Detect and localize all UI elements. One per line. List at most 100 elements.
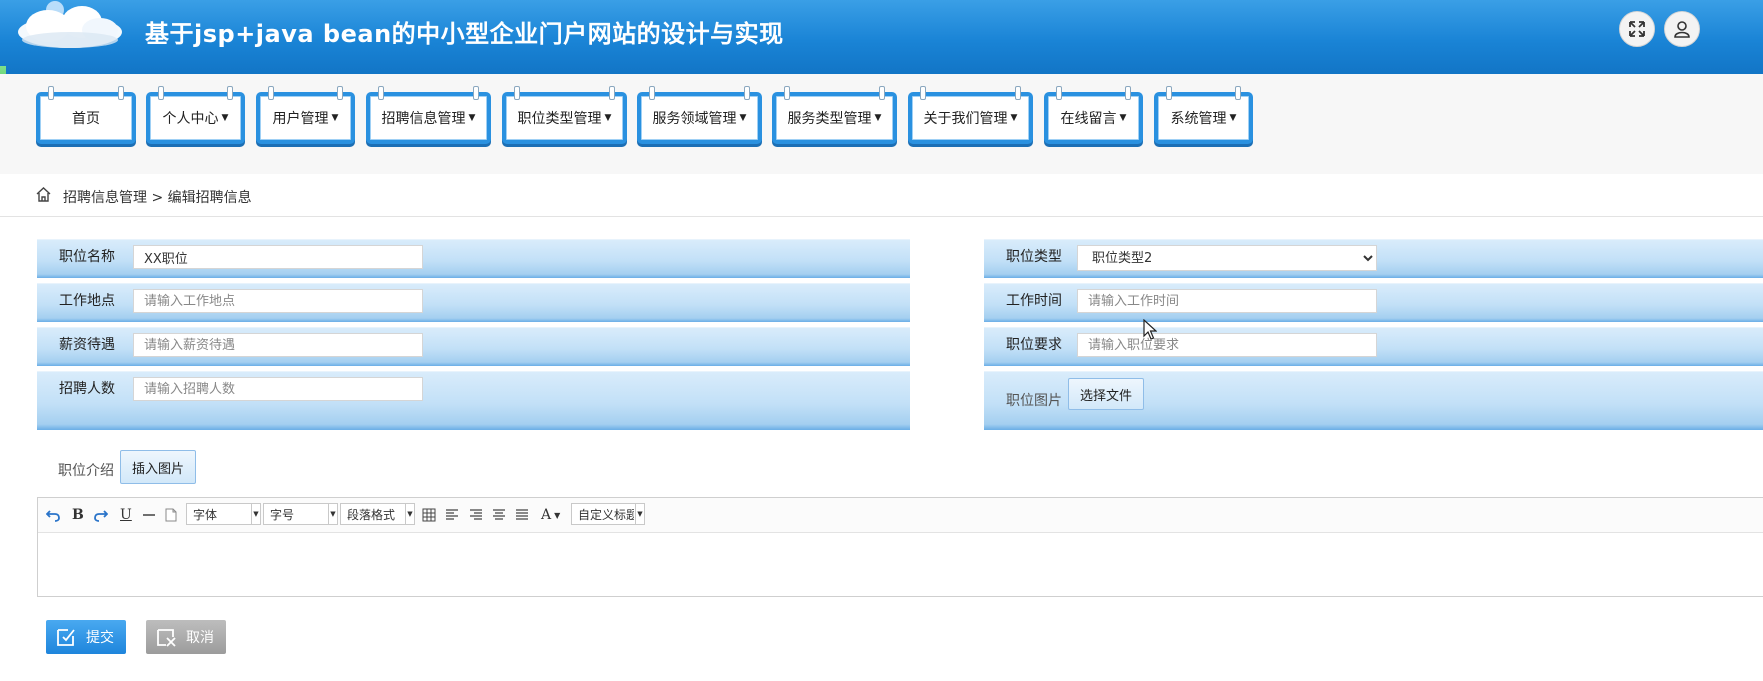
undo-icon[interactable]	[46, 506, 60, 524]
row-work-time: 工作时间	[984, 283, 1763, 322]
nav-service-type-management-label: 服务类型管理	[787, 111, 872, 127]
position-image-label: 职位图片	[1006, 393, 1062, 409]
bold-button[interactable]: B	[72, 506, 84, 524]
page-icon[interactable]	[165, 506, 177, 524]
cancel-button[interactable]: 取消	[146, 620, 226, 654]
fullscreen-button[interactable]	[1619, 11, 1655, 47]
position-intro-label: 职位介绍	[58, 463, 114, 479]
table-icon[interactable]	[422, 506, 436, 524]
row-position-name: 职位名称	[37, 239, 910, 278]
font-color-button[interactable]: A ▼	[541, 506, 560, 524]
work-location-input[interactable]	[133, 289, 423, 313]
row-work-location: 工作地点	[37, 283, 910, 322]
chevron-down-icon: ▼	[1229, 113, 1237, 123]
nav-home[interactable]: 首页	[36, 86, 136, 144]
choose-file-button[interactable]: 选择文件	[1068, 378, 1145, 410]
editor-content-area[interactable]	[38, 533, 1763, 596]
insert-image-button[interactable]: 插入图片	[120, 450, 197, 484]
caret-icon: ▼	[405, 504, 414, 524]
row-position-image: 职位图片 选择文件	[984, 371, 1763, 430]
nav-home-label: 首页	[72, 111, 100, 127]
cloud-logo-icon	[18, 1, 122, 48]
horizontal-rule-icon[interactable]	[142, 506, 156, 524]
nav-recruitment-management-label: 招聘信息管理	[381, 111, 466, 127]
chevron-down-icon: ▼	[221, 113, 229, 123]
row-headcount: 招聘人数	[37, 371, 910, 430]
site-title: 基于jsp+java bean的中小型企业门户网站的设计与实现	[145, 20, 784, 48]
position-type-label: 职位类型	[1006, 249, 1062, 265]
position-name-input[interactable]	[133, 245, 423, 269]
caret-icon: ▼	[554, 510, 561, 520]
fullscreen-icon	[1629, 21, 1645, 37]
nav-system-management[interactable]: 系统管理 ▼	[1154, 86, 1253, 144]
chevron-down-icon: ▼	[468, 113, 476, 123]
caret-icon: ▼	[251, 504, 260, 524]
rich-text-editor: B U 字体 ▼ 字号 ▼ 段落格式 ▼ A ▼ 自定义标题 ▼	[37, 497, 1763, 597]
chevron-down-icon: ▼	[604, 113, 612, 123]
font-size-select[interactable]: 字号 ▼	[263, 503, 338, 525]
headcount-label: 招聘人数	[59, 381, 115, 397]
chevron-down-icon: ▼	[331, 113, 339, 123]
salary-label: 薪资待遇	[59, 337, 115, 353]
align-left-icon[interactable]	[445, 506, 459, 524]
headcount-input[interactable]	[133, 377, 423, 401]
main-nav: 首页 个人中心 ▼ 用户管理 ▼ 招聘信息管理 ▼ 职位类型管理 ▼ 服务领域管理 ▼ 服…	[0, 74, 1763, 174]
requirements-input[interactable]	[1077, 333, 1377, 357]
nav-personal-center[interactable]: 个人中心 ▼	[146, 86, 245, 144]
submit-label: 提交	[86, 630, 114, 646]
caret-icon: ▼	[328, 504, 337, 524]
submit-button[interactable]: 提交	[46, 620, 126, 654]
nav-online-message[interactable]: 在线留言 ▼	[1044, 86, 1143, 144]
custom-title-select[interactable]: 自定义标题 ▼	[571, 503, 645, 525]
nav-service-type-management[interactable]: 服务类型管理 ▼	[772, 86, 897, 144]
nav-recruitment-management[interactable]: 招聘信息管理 ▼	[366, 86, 491, 144]
cancel-x-icon	[157, 629, 176, 647]
redo-icon[interactable]	[94, 506, 108, 524]
chevron-down-icon: ▼	[874, 113, 882, 123]
chevron-down-icon: ▼	[1119, 113, 1127, 123]
underline-button[interactable]: U	[120, 506, 132, 524]
breadcrumb: 招聘信息管理 > 编辑招聘信息	[0, 174, 1763, 217]
nav-online-message-label: 在线留言	[1060, 111, 1117, 127]
mouse-cursor-icon	[1143, 319, 1157, 340]
work-location-label: 工作地点	[59, 293, 115, 309]
nav-position-type-management-label: 职位类型管理	[517, 111, 602, 127]
paragraph-format-select[interactable]: 段落格式 ▼	[340, 503, 415, 525]
nav-user-management[interactable]: 用户管理 ▼	[256, 86, 355, 144]
row-salary: 薪资待遇	[37, 327, 910, 366]
editor-toolbar: B U 字体 ▼ 字号 ▼ 段落格式 ▼ A ▼ 自定义标题 ▼	[38, 498, 1763, 533]
nav-service-field-management[interactable]: 服务领域管理 ▼	[637, 86, 762, 144]
align-right-icon[interactable]	[469, 506, 483, 524]
paragraph-format-select-label: 段落格式	[347, 507, 396, 522]
work-time-label: 工作时间	[1006, 293, 1062, 309]
position-name-label: 职位名称	[59, 249, 115, 265]
font-family-select[interactable]: 字体 ▼	[186, 503, 261, 525]
salary-input[interactable]	[133, 333, 423, 357]
edit-check-icon	[57, 629, 75, 646]
breadcrumb-text: 招聘信息管理 > 编辑招聘信息	[63, 190, 252, 206]
align-justify-icon[interactable]	[515, 506, 529, 524]
font-size-select-label: 字号	[270, 507, 295, 522]
requirements-label: 职位要求	[1006, 337, 1062, 353]
nav-about-us-management-label: 关于我们管理	[923, 111, 1008, 127]
nav-about-us-management[interactable]: 关于我们管理 ▼	[908, 86, 1033, 144]
font-family-select-label: 字体	[193, 507, 218, 522]
font-color-label: A	[541, 507, 552, 523]
work-time-input[interactable]	[1077, 289, 1377, 313]
user-icon	[1674, 21, 1690, 38]
align-center-icon[interactable]	[492, 506, 506, 524]
row-requirements: 职位要求	[984, 327, 1763, 366]
chevron-down-icon: ▼	[1010, 113, 1018, 123]
cancel-label: 取消	[186, 630, 214, 646]
top-header: 基于jsp+java bean的中小型企业门户网站的设计与实现	[0, 0, 1763, 74]
position-type-select[interactable]: 职位类型2	[1077, 245, 1377, 271]
custom-title-select-label: 自定义标题	[578, 507, 634, 522]
nav-personal-center-label: 个人中心	[162, 111, 219, 127]
user-button[interactable]	[1664, 11, 1700, 47]
nav-position-type-management[interactable]: 职位类型管理 ▼	[502, 86, 627, 144]
nav-service-field-management-label: 服务领域管理	[652, 111, 737, 127]
home-icon[interactable]	[35, 186, 52, 203]
nav-system-management-label: 系统管理	[1170, 111, 1227, 127]
chevron-down-icon: ▼	[739, 113, 747, 123]
row-position-type: 职位类型 职位类型2	[984, 239, 1763, 278]
